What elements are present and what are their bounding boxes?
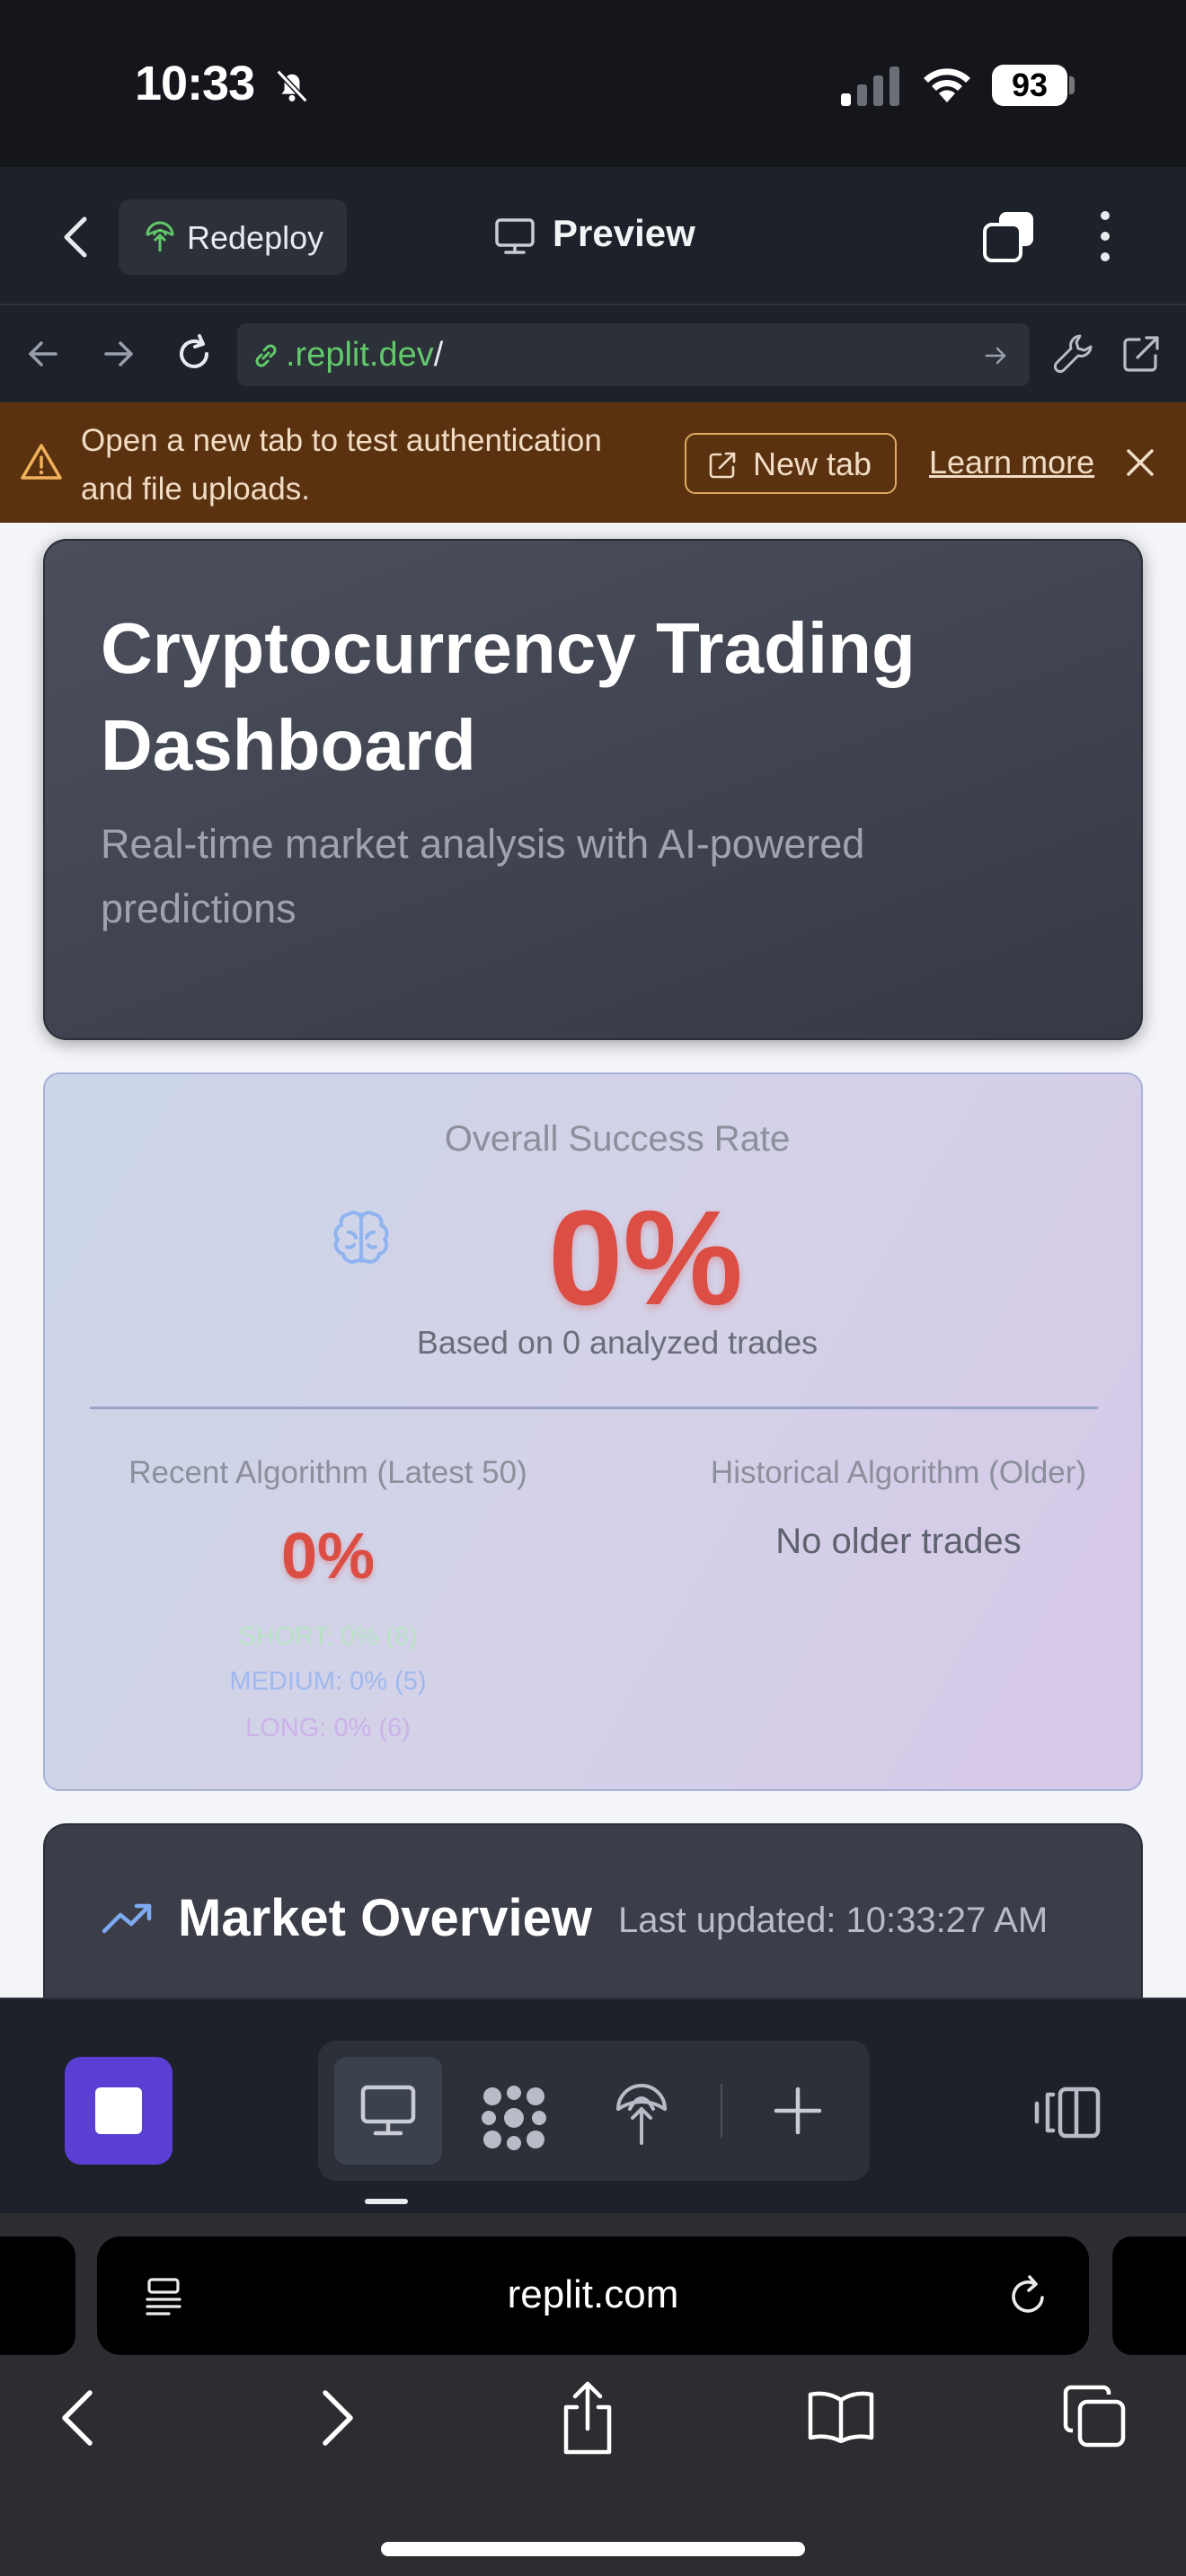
deploy-icon — [146, 221, 174, 251]
devtools-wrench-icon[interactable] — [1053, 332, 1094, 374]
brain-icon — [333, 1211, 389, 1264]
preview-title: Preview — [553, 212, 695, 254]
redeploy-button[interactable]: Redeploy — [119, 199, 347, 275]
safari-url-text: replit.com — [507, 2272, 679, 2316]
warning-icon — [21, 444, 62, 480]
preview-page: Cryptocurrency Trading Dashboard Real-ti… — [0, 523, 1186, 1998]
hero-card: Cryptocurrency Trading Dashboard Real-ti… — [43, 539, 1143, 1040]
divider — [90, 1407, 1098, 1409]
url-domain: .replit.dev — [286, 336, 434, 374]
overall-success-label: Overall Success Rate — [444, 1119, 791, 1159]
arrow-left-icon[interactable] — [25, 336, 61, 372]
forward-chevron-icon[interactable] — [316, 2386, 359, 2450]
redeploy-label: Redeploy — [187, 219, 324, 256]
panel-toggle-icon[interactable] — [1033, 2086, 1102, 2139]
overall-basis-text: Based on 0 analyzed trades — [416, 1324, 819, 1361]
app-header: Redeploy Preview — [0, 167, 1186, 305]
battery-cap — [1069, 76, 1075, 94]
overall-success-value: 0% — [548, 1182, 743, 1333]
recent-algorithm-label: Recent Algorithm (Latest 50) — [128, 1455, 527, 1490]
monitor-icon — [360, 2085, 416, 2136]
stop-button[interactable] — [65, 2057, 173, 2165]
last-updated-text: Last updated: 10:33:27 AM — [618, 1901, 1049, 1940]
success-rate-card: Overall Success Rate 0% Based on 0 analy… — [43, 1072, 1143, 1791]
historical-algorithm-label: Historical Algorithm (Older) — [710, 1455, 1087, 1490]
share-icon[interactable] — [559, 2380, 616, 2456]
historical-algorithm-value: No older trades — [775, 1522, 1022, 1561]
windows-icon[interactable] — [981, 208, 1037, 264]
bell-muted-icon — [276, 69, 308, 103]
trending-up-icon — [102, 1903, 152, 1934]
close-icon[interactable] — [1125, 447, 1155, 478]
warning-banner: Open a new tab to test authentication an… — [0, 402, 1186, 523]
url-field[interactable]: .replit.dev/ — [237, 323, 1030, 386]
plus-icon[interactable] — [773, 2086, 823, 2136]
safari-address-bar[interactable]: replit.com — [97, 2236, 1089, 2355]
back-chevron-icon[interactable] — [56, 2386, 99, 2450]
long-term-stat: LONG: 0% (6) — [245, 1714, 411, 1742]
medium-term-stat: MEDIUM: 0% (5) — [229, 1667, 427, 1696]
more-options-icon[interactable] — [1089, 208, 1121, 264]
short-term-stat: SHORT: 0% (8) — [238, 1622, 418, 1651]
previous-tab-peek[interactable] — [0, 2236, 75, 2355]
reload-icon[interactable] — [1006, 2274, 1049, 2317]
status-bar: 10:33 93 — [0, 0, 1186, 167]
page-title: Cryptocurrency Trading Dashboard — [101, 608, 916, 785]
toolbar-separator — [721, 2084, 722, 2138]
battery-indicator: 93 — [992, 65, 1067, 106]
page-subtitle: Real-time market analysis with AI-powere… — [101, 821, 865, 931]
tabs-overview-icon[interactable] — [1062, 2384, 1127, 2448]
status-time: 10:33 — [135, 57, 255, 110]
market-overview-title: Market Overview — [178, 1889, 593, 1947]
url-path: / — [433, 336, 444, 374]
apps-grid-icon[interactable] — [480, 2084, 548, 2152]
home-indicator — [381, 2542, 805, 2556]
new-tab-label: New tab — [753, 446, 872, 482]
market-overview-card: Market Overview Last updated: 10:33:27 A… — [43, 1823, 1143, 1998]
preview-tool-button[interactable] — [334, 2057, 442, 2165]
learn-more-link[interactable]: Learn more — [929, 444, 1094, 481]
open-external-icon — [709, 452, 736, 479]
next-tab-peek[interactable] — [1112, 2236, 1186, 2355]
go-arrow-icon[interactable] — [983, 343, 1008, 368]
wifi-icon — [924, 68, 970, 102]
deploy-icon[interactable] — [615, 2082, 668, 2147]
link-icon — [255, 344, 277, 367]
workspace-toolbar — [0, 1998, 1186, 2213]
url-text: .replit.dev/ — [286, 336, 443, 375]
open-external-icon[interactable] — [1121, 334, 1161, 374]
cellular-signal-icon — [841, 66, 899, 106]
stop-icon — [95, 2087, 142, 2134]
new-tab-button[interactable]: New tab — [685, 433, 897, 494]
safari-toolbar: replit.com — [0, 2213, 1186, 2576]
back-chevron-icon[interactable] — [58, 212, 93, 262]
active-tool-indicator — [365, 2199, 408, 2204]
preview-url-bar: .replit.dev/ — [0, 305, 1186, 402]
arrow-right-icon[interactable] — [101, 336, 137, 372]
warning-message: Open a new tab to test authentication an… — [81, 423, 602, 507]
reload-icon[interactable] — [173, 332, 216, 375]
recent-algorithm-value: 0% — [280, 1521, 376, 1592]
bookmarks-icon[interactable] — [807, 2389, 875, 2443]
monitor-icon — [495, 218, 535, 254]
tool-switcher — [318, 2041, 870, 2181]
